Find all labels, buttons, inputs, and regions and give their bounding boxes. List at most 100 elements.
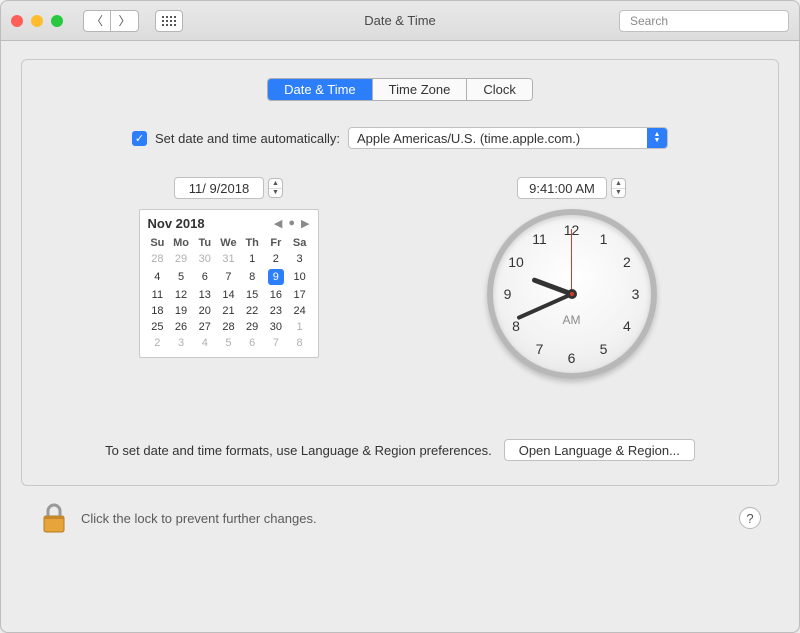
calendar-day[interactable]: 3 (169, 335, 193, 351)
lock-icon[interactable] (39, 501, 69, 535)
clock-numeral: 5 (594, 341, 614, 357)
time-field[interactable]: 9:41:00 AM (517, 177, 607, 199)
calendar-day[interactable]: 8 (288, 335, 312, 351)
calendar-day[interactable]: 4 (146, 267, 170, 287)
time-stepper-buttons[interactable]: ▲ ▼ (611, 178, 626, 198)
calendar-day[interactable]: 15 (240, 287, 264, 303)
pref-panel: Date & Time Time Zone Clock ✓ Set date a… (21, 59, 779, 486)
calendar-day[interactable]: 8 (240, 267, 264, 287)
calendar-day[interactable]: 24 (288, 303, 312, 319)
calendar-day[interactable]: 5 (217, 335, 241, 351)
calendar-day-header: Su (146, 235, 170, 251)
calendar-day[interactable]: 30 (264, 319, 288, 335)
calendar-day[interactable]: 3 (288, 251, 312, 267)
chevron-left-icon: 〈 (91, 12, 103, 29)
clock-numeral: 3 (626, 286, 646, 302)
search-field[interactable] (619, 10, 789, 32)
close-window-button[interactable] (11, 15, 23, 27)
tab-clock[interactable]: Clock (466, 79, 532, 100)
dropdown-arrows-icon: ▲▼ (647, 128, 667, 148)
search-input[interactable] (630, 14, 785, 28)
calendar-day[interactable]: 14 (217, 287, 241, 303)
calendar-day[interactable]: 20 (193, 303, 217, 319)
calendar-day[interactable]: 30 (193, 251, 217, 267)
auto-row: ✓ Set date and time automatically: Apple… (52, 127, 748, 149)
cal-next-icon[interactable]: ▶ (301, 217, 309, 230)
calendar-day[interactable]: 19 (169, 303, 193, 319)
open-language-region-button[interactable]: Open Language & Region... (504, 439, 695, 461)
calendar-day[interactable]: 17 (288, 287, 312, 303)
second-hand (571, 229, 573, 294)
date-column: 11/ 9/2018 ▲ ▼ Nov 2018 ◀ ● ▶ (139, 177, 319, 358)
calendar-day[interactable]: 21 (217, 303, 241, 319)
date-field[interactable]: 11/ 9/2018 (174, 177, 264, 199)
stepper-up-icon: ▲ (269, 179, 282, 189)
calendar-day[interactable]: 28 (217, 319, 241, 335)
calendar-day[interactable]: 9 (264, 267, 288, 287)
stepper-down-icon: ▼ (612, 189, 625, 198)
auto-label: Set date and time automatically: (155, 131, 340, 146)
back-button[interactable]: 〈 (83, 10, 111, 32)
lock-hint: Click the lock to prevent further change… (81, 511, 317, 526)
clock-numeral: 9 (498, 286, 518, 302)
time-server-value: Apple Americas/U.S. (time.apple.com.) (357, 131, 647, 146)
cal-prev-icon[interactable]: ◀ (274, 217, 282, 230)
stepper-up-icon: ▲ (612, 179, 625, 189)
date-stepper: 11/ 9/2018 ▲ ▼ (174, 177, 283, 199)
check-icon: ✓ (135, 132, 144, 145)
calendar-day[interactable]: 29 (240, 319, 264, 335)
chevron-right-icon: 〉 (118, 12, 130, 29)
forward-button[interactable]: 〉 (111, 10, 139, 32)
calendar-grid: SuMoTuWeThFrSa 2829303112345678910111213… (146, 235, 312, 351)
calendar-day[interactable]: 6 (193, 267, 217, 287)
clock-numeral: 4 (617, 318, 637, 334)
titlebar: 〈 〉 Date & Time (1, 1, 799, 41)
calendar-day[interactable]: 22 (240, 303, 264, 319)
tab-time-zone[interactable]: Time Zone (372, 79, 467, 100)
calendar-day[interactable]: 26 (169, 319, 193, 335)
help-button[interactable]: ? (739, 507, 761, 529)
calendar-day[interactable]: 10 (288, 267, 312, 287)
calendar-day[interactable]: 23 (264, 303, 288, 319)
calendar-day[interactable]: 16 (264, 287, 288, 303)
time-stepper: 9:41:00 AM ▲ ▼ (517, 177, 626, 199)
calendar-day[interactable]: 2 (146, 335, 170, 351)
auto-checkbox[interactable]: ✓ (132, 131, 147, 146)
calendar-day-header: Mo (169, 235, 193, 251)
calendar[interactable]: Nov 2018 ◀ ● ▶ SuMoTuWeThFrSa 2829303112… (139, 209, 319, 358)
calendar-day[interactable]: 12 (169, 287, 193, 303)
calendar-day[interactable]: 28 (146, 251, 170, 267)
calendar-day[interactable]: 2 (264, 251, 288, 267)
date-stepper-buttons[interactable]: ▲ ▼ (268, 178, 283, 198)
calendar-day[interactable]: 7 (217, 267, 241, 287)
calendar-day[interactable]: 4 (193, 335, 217, 351)
tab-date-time[interactable]: Date & Time (268, 79, 372, 100)
calendar-day[interactable]: 18 (146, 303, 170, 319)
tabs: Date & Time Time Zone Clock (52, 78, 748, 101)
calendar-day[interactable]: 5 (169, 267, 193, 287)
clock-numeral: 1 (594, 231, 614, 247)
time-server-dropdown[interactable]: Apple Americas/U.S. (time.apple.com.) ▲▼ (348, 127, 668, 149)
grid-icon (162, 16, 176, 26)
cal-today-icon[interactable]: ● (288, 217, 295, 230)
format-row: To set date and time formats, use Langua… (52, 439, 748, 461)
calendar-day[interactable]: 11 (146, 287, 170, 303)
calendar-day[interactable]: 31 (217, 251, 241, 267)
calendar-day[interactable]: 27 (193, 319, 217, 335)
date-time-columns: 11/ 9/2018 ▲ ▼ Nov 2018 ◀ ● ▶ (52, 177, 748, 389)
calendar-day[interactable]: 13 (193, 287, 217, 303)
calendar-day[interactable]: 25 (146, 319, 170, 335)
minimize-window-button[interactable] (31, 15, 43, 27)
calendar-day-header: Tu (193, 235, 217, 251)
calendar-day-header: Th (240, 235, 264, 251)
zoom-window-button[interactable] (51, 15, 63, 27)
calendar-day[interactable]: 7 (264, 335, 288, 351)
show-all-button[interactable] (155, 10, 183, 32)
calendar-day[interactable]: 6 (240, 335, 264, 351)
prefs-window: 〈 〉 Date & Time Date & Time Time Zone (0, 0, 800, 633)
calendar-day[interactable]: 29 (169, 251, 193, 267)
content-area: Date & Time Time Zone Clock ✓ Set date a… (1, 41, 799, 632)
calendar-day[interactable]: 1 (240, 251, 264, 267)
calendar-day[interactable]: 1 (288, 319, 312, 335)
footer: Click the lock to prevent further change… (21, 486, 779, 550)
